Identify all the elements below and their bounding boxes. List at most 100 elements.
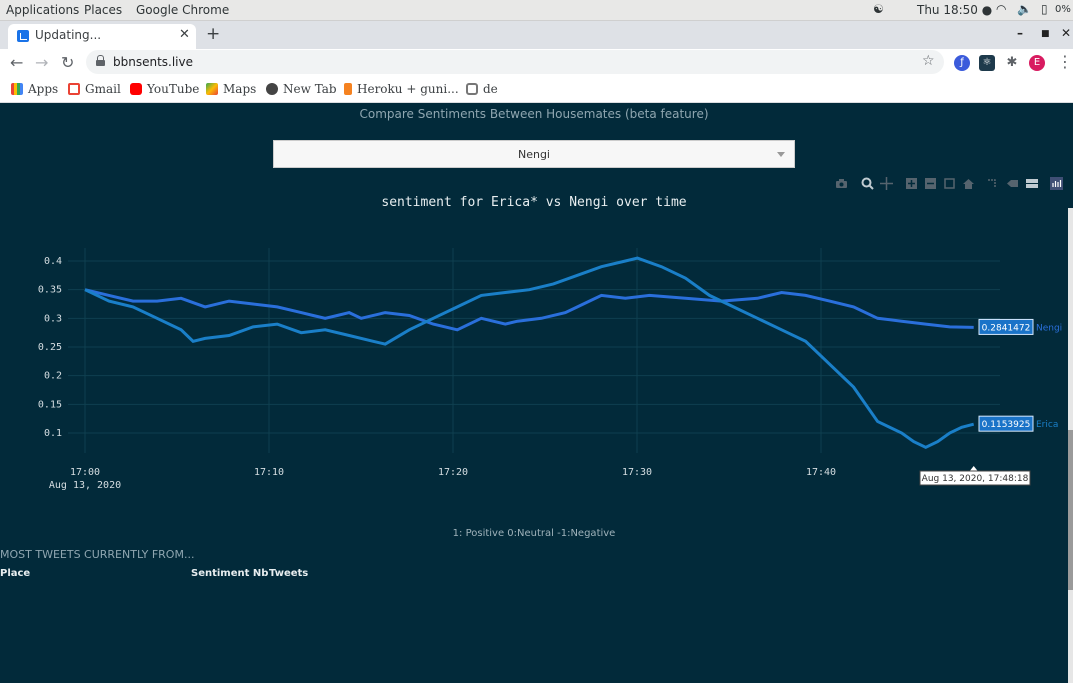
zoom-in-icon[interactable] bbox=[905, 177, 918, 190]
close-tab-icon[interactable]: ✕ bbox=[179, 27, 190, 42]
browser-toolbar: ← → ↻ bbnsents.live ☆ ƒ ⚛ ✱ E ⋮ bbox=[0, 49, 1073, 77]
page-scrollbar[interactable] bbox=[1068, 208, 1073, 683]
chart-series bbox=[84, 256, 975, 449]
page-content: Compare Sentiments Between Housemates (b… bbox=[0, 104, 1073, 683]
bookmark-star-icon[interactable]: ☆ bbox=[922, 53, 935, 69]
zoom-out-icon[interactable] bbox=[924, 177, 937, 190]
clock[interactable]: Thu 18:50 ● bbox=[917, 3, 992, 17]
hover-compare-icon[interactable] bbox=[1025, 177, 1038, 190]
x-tick-label: 17:10 bbox=[254, 467, 284, 478]
y-tick-label: 0.35 bbox=[38, 285, 62, 296]
browser-tab[interactable]: Updating... ✕ bbox=[8, 24, 196, 49]
home-icon[interactable] bbox=[962, 177, 975, 190]
bookmark-heroku-label: Heroku + guni... bbox=[357, 82, 459, 96]
close-window-icon[interactable]: ✕ bbox=[1061, 26, 1071, 40]
forward-icon[interactable]: → bbox=[35, 53, 48, 72]
reload-icon[interactable]: ↻ bbox=[61, 53, 74, 72]
most-tweets-heading: MOST TWEETS CURRENTLY FROM... bbox=[0, 548, 195, 561]
bookmark-youtube[interactable]: YouTube bbox=[130, 82, 199, 96]
x-tick-label: 17:30 bbox=[622, 467, 652, 478]
places-menu[interactable]: Places bbox=[84, 3, 122, 17]
end-label-value: 0.1153925 bbox=[982, 420, 1031, 430]
site-favicon-icon bbox=[17, 30, 29, 42]
minimize-icon[interactable]: – bbox=[1017, 26, 1023, 40]
battery-icon[interactable]: ▯ bbox=[1041, 2, 1048, 16]
bookmark-heroku[interactable]: Heroku + guni... bbox=[344, 82, 459, 96]
react-devtools-icon[interactable]: ⚛ bbox=[979, 55, 995, 71]
x-axis-ticks: 17:00 17:10 17:20 17:30 17:40 Aug 13, 2020 bbox=[49, 467, 836, 491]
x-tick-label: 17:00 bbox=[70, 467, 100, 478]
hover-closest-icon[interactable] bbox=[1006, 177, 1019, 190]
plotly-logo-icon[interactable] bbox=[1050, 177, 1063, 190]
applications-menu[interactable]: Applications bbox=[6, 3, 79, 17]
globe-icon bbox=[266, 83, 278, 95]
wifi-icon[interactable]: ◠ bbox=[996, 2, 1006, 16]
autoscale-icon[interactable] bbox=[943, 177, 956, 190]
y-tick-label: 0.25 bbox=[38, 342, 62, 353]
volume-icon[interactable]: 🔈 bbox=[1017, 2, 1032, 16]
bookmark-de[interactable]: de bbox=[466, 82, 498, 96]
chrome-menu-icon[interactable]: ⋮ bbox=[1057, 52, 1073, 71]
hover-label-text: Aug 13, 2020, 17:48:18 bbox=[922, 474, 1029, 484]
table-header-tweets: Tweets bbox=[269, 568, 309, 579]
bookmark-page-icon bbox=[466, 83, 478, 95]
profile-avatar[interactable]: E bbox=[1029, 55, 1045, 71]
accessibility-icon[interactable]: ☯ bbox=[873, 2, 884, 16]
extensions-puzzle-icon[interactable]: ✱ bbox=[1004, 55, 1020, 71]
tab-strip: Updating... ✕ bbox=[0, 21, 1073, 49]
extension-icon[interactable]: ƒ bbox=[954, 55, 970, 71]
bookmark-apps[interactable]: Apps bbox=[11, 82, 58, 96]
spike-lines-icon[interactable] bbox=[986, 177, 999, 190]
y-tick-label: 0.15 bbox=[38, 399, 62, 410]
tab-title: Updating... bbox=[35, 28, 102, 42]
y-tick-label: 0.3 bbox=[44, 313, 62, 324]
chevron-down-icon[interactable] bbox=[777, 152, 785, 157]
x-date-label: Aug 13, 2020 bbox=[49, 480, 121, 491]
pan-icon[interactable] bbox=[880, 177, 893, 190]
bookmarks-bar: Apps Gmail YouTube Maps New Tab Heroku +… bbox=[0, 77, 1073, 103]
y-tick-label: 0.2 bbox=[44, 371, 62, 382]
camera-icon[interactable] bbox=[835, 177, 848, 190]
sentiment-line-chart[interactable]: 0.1 0.15 0.2 0.25 0.3 0.35 0.4 17:00 17:10 17:20… bbox=[0, 208, 1068, 498]
sentiment-scale-note: 1: Positive 0:Neutral -1:Negative bbox=[452, 528, 616, 539]
x-tick-label: 17:20 bbox=[438, 467, 468, 478]
bookmark-maps[interactable]: Maps bbox=[206, 82, 256, 96]
address-bar[interactable]: bbnsents.live ☆ bbox=[86, 50, 944, 74]
lock-icon[interactable] bbox=[96, 55, 105, 66]
bookmark-maps-label: Maps bbox=[223, 82, 257, 96]
y-axis-ticks: 0.1 0.15 0.2 0.25 0.3 0.35 0.4 bbox=[38, 256, 62, 439]
table-header-place: Place bbox=[0, 568, 31, 579]
hover-pointer bbox=[969, 466, 978, 471]
dropdown-selected-value: Nengi bbox=[517, 148, 550, 161]
series-line-nengi bbox=[84, 288, 974, 332]
gmail-icon bbox=[68, 83, 80, 95]
bookmark-gmail-label: Gmail bbox=[85, 82, 121, 96]
y-tick-label: 0.4 bbox=[44, 256, 62, 267]
stackoverflow-icon bbox=[344, 83, 352, 95]
housemate-dropdown[interactable]: Nengi bbox=[273, 140, 795, 168]
series-name-label: Nengi bbox=[1036, 323, 1062, 333]
bookmark-apps-label: Apps bbox=[28, 82, 59, 96]
series-line-erica bbox=[84, 256, 975, 449]
bookmark-new-tab[interactable]: New Tab bbox=[266, 82, 337, 96]
table-header-sentiment: Sentiment Nb bbox=[191, 568, 269, 579]
page-heading: Compare Sentiments Between Housemates (b… bbox=[359, 107, 709, 121]
chart-end-labels: 0.2841472 Nengi 0.1153925 Erica Aug 13, 2020… bbox=[919, 318, 1062, 486]
scrollbar-thumb[interactable] bbox=[1068, 430, 1073, 590]
system-top-bar: Applications Places Google Chrome ☯ Thu … bbox=[0, 0, 1073, 21]
maps-icon bbox=[206, 83, 218, 95]
maximize-icon[interactable]: ■ bbox=[1041, 29, 1050, 39]
zoom-icon[interactable] bbox=[861, 177, 874, 190]
x-tick-label: 17:40 bbox=[806, 467, 836, 478]
battery-percent: 0% bbox=[1055, 4, 1071, 15]
url-text[interactable]: bbnsents.live bbox=[113, 55, 193, 69]
bookmark-de-label: de bbox=[483, 82, 498, 96]
series-name-label: Erica bbox=[1036, 420, 1058, 430]
y-tick-label: 0.1 bbox=[44, 428, 62, 439]
bookmark-youtube-label: YouTube bbox=[147, 82, 200, 96]
chrome-app-menu[interactable]: Google Chrome bbox=[136, 3, 229, 17]
back-icon[interactable]: ← bbox=[10, 53, 23, 72]
new-tab-button[interactable]: + bbox=[206, 24, 220, 44]
apps-grid-icon bbox=[11, 83, 23, 95]
bookmark-gmail[interactable]: Gmail bbox=[68, 82, 121, 96]
